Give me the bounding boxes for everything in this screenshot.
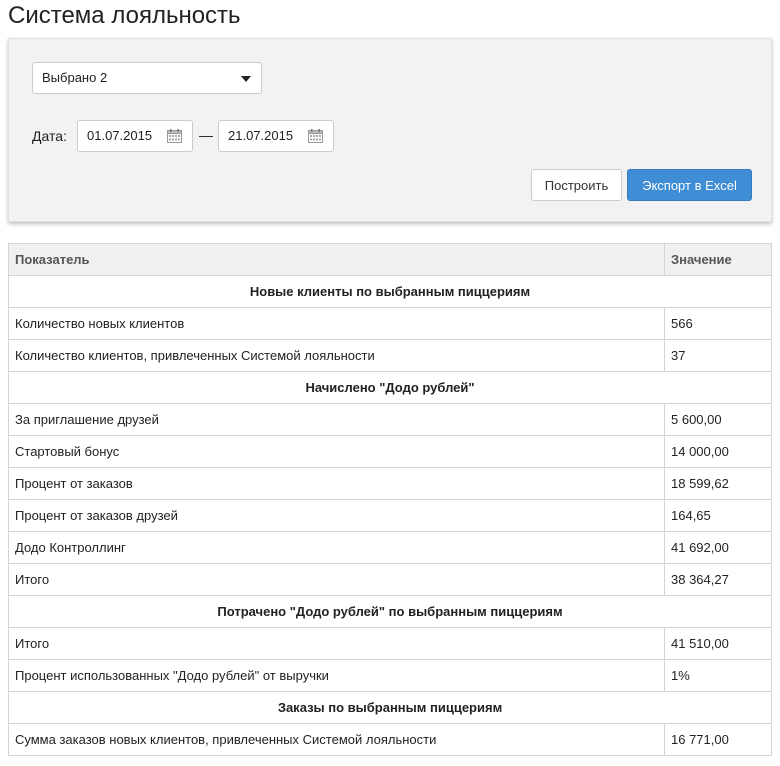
- table-row: Процент от заказов 18 599,62: [8, 467, 772, 500]
- pizzeria-select[interactable]: Выбрано 2: [32, 62, 262, 94]
- section-row: Начислено "Додо рублей": [8, 371, 772, 404]
- row-value: 18 599,62: [664, 467, 772, 500]
- table-row: Процент использованных "Додо рублей" от …: [8, 659, 772, 692]
- row-value: 14 000,00: [664, 435, 772, 468]
- row-value: 1%: [664, 659, 772, 692]
- build-button[interactable]: Построить: [531, 169, 622, 201]
- table-row: Додо Контроллинг 41 692,00: [8, 531, 772, 564]
- section-title: Новые клиенты по выбранным пиццериям: [8, 275, 772, 308]
- calendar-icon[interactable]: [167, 129, 182, 143]
- section-row: Потрачено "Додо рублей" по выбранным пиц…: [8, 595, 772, 628]
- row-value: 566: [664, 307, 772, 340]
- row-label: Стартовый бонус: [8, 435, 665, 468]
- date-range-separator: —: [199, 127, 213, 143]
- row-value: 41 692,00: [664, 531, 772, 564]
- section-row: Заказы по выбранным пиццериям: [8, 691, 772, 724]
- date-from-input[interactable]: [87, 128, 167, 143]
- row-label: Количество клиентов, привлеченных Систем…: [8, 339, 665, 372]
- row-label: Додо Контроллинг: [8, 531, 665, 564]
- column-header-value: Значение: [664, 243, 772, 276]
- table-row: Процент от заказов друзей 164,65: [8, 499, 772, 532]
- row-value: 5 600,00: [664, 403, 772, 436]
- table-row: Количество новых клиентов 566: [8, 307, 772, 340]
- section-row: Новые клиенты по выбранным пиццериям: [8, 275, 772, 308]
- row-value: 37: [664, 339, 772, 372]
- row-value: 164,65: [664, 499, 772, 532]
- date-from-field: [77, 120, 193, 152]
- date-to-field: [218, 120, 334, 152]
- page-title: Система лояльность: [8, 2, 241, 29]
- row-label: Процент от заказов: [8, 467, 665, 500]
- section-title: Потрачено "Додо рублей" по выбранным пиц…: [8, 595, 772, 628]
- row-label: Сумма заказов новых клиентов, привлеченн…: [8, 723, 665, 756]
- row-label: Итого: [8, 563, 665, 596]
- table-row: Стартовый бонус 14 000,00: [8, 435, 772, 468]
- row-label: Процент использованных "Додо рублей" от …: [8, 659, 665, 692]
- pizzeria-select-value: Выбрано 2: [42, 70, 108, 85]
- row-value: 41 510,00: [664, 627, 772, 660]
- row-value: 38 364,27: [664, 563, 772, 596]
- row-label: Количество новых клиентов: [8, 307, 665, 340]
- calendar-icon[interactable]: [308, 129, 323, 143]
- date-to-input[interactable]: [228, 128, 308, 143]
- table-row: Итого 41 510,00: [8, 627, 772, 660]
- table-header-row: Показатель Значение: [8, 243, 772, 276]
- export-excel-button[interactable]: Экспорт в Excel: [627, 169, 752, 201]
- column-header-indicator: Показатель: [8, 243, 665, 276]
- filter-panel: Выбрано 2 Дата: — П: [8, 38, 772, 222]
- table-row: Количество клиентов, привлеченных Систем…: [8, 339, 772, 372]
- chevron-down-icon: [241, 76, 251, 82]
- table-row: За приглашение друзей 5 600,00: [8, 403, 772, 436]
- section-title: Заказы по выбранным пиццериям: [8, 691, 772, 724]
- row-label: Итого: [8, 627, 665, 660]
- report-table: Показатель Значение Новые клиенты по выб…: [8, 243, 772, 756]
- section-title: Начислено "Додо рублей": [8, 371, 772, 404]
- row-label: Процент от заказов друзей: [8, 499, 665, 532]
- table-row: Сумма заказов новых клиентов, привлеченн…: [8, 723, 772, 756]
- row-value: 16 771,00: [664, 723, 772, 756]
- date-label: Дата:: [32, 128, 67, 144]
- row-label: За приглашение друзей: [8, 403, 665, 436]
- table-row: Итого 38 364,27: [8, 563, 772, 596]
